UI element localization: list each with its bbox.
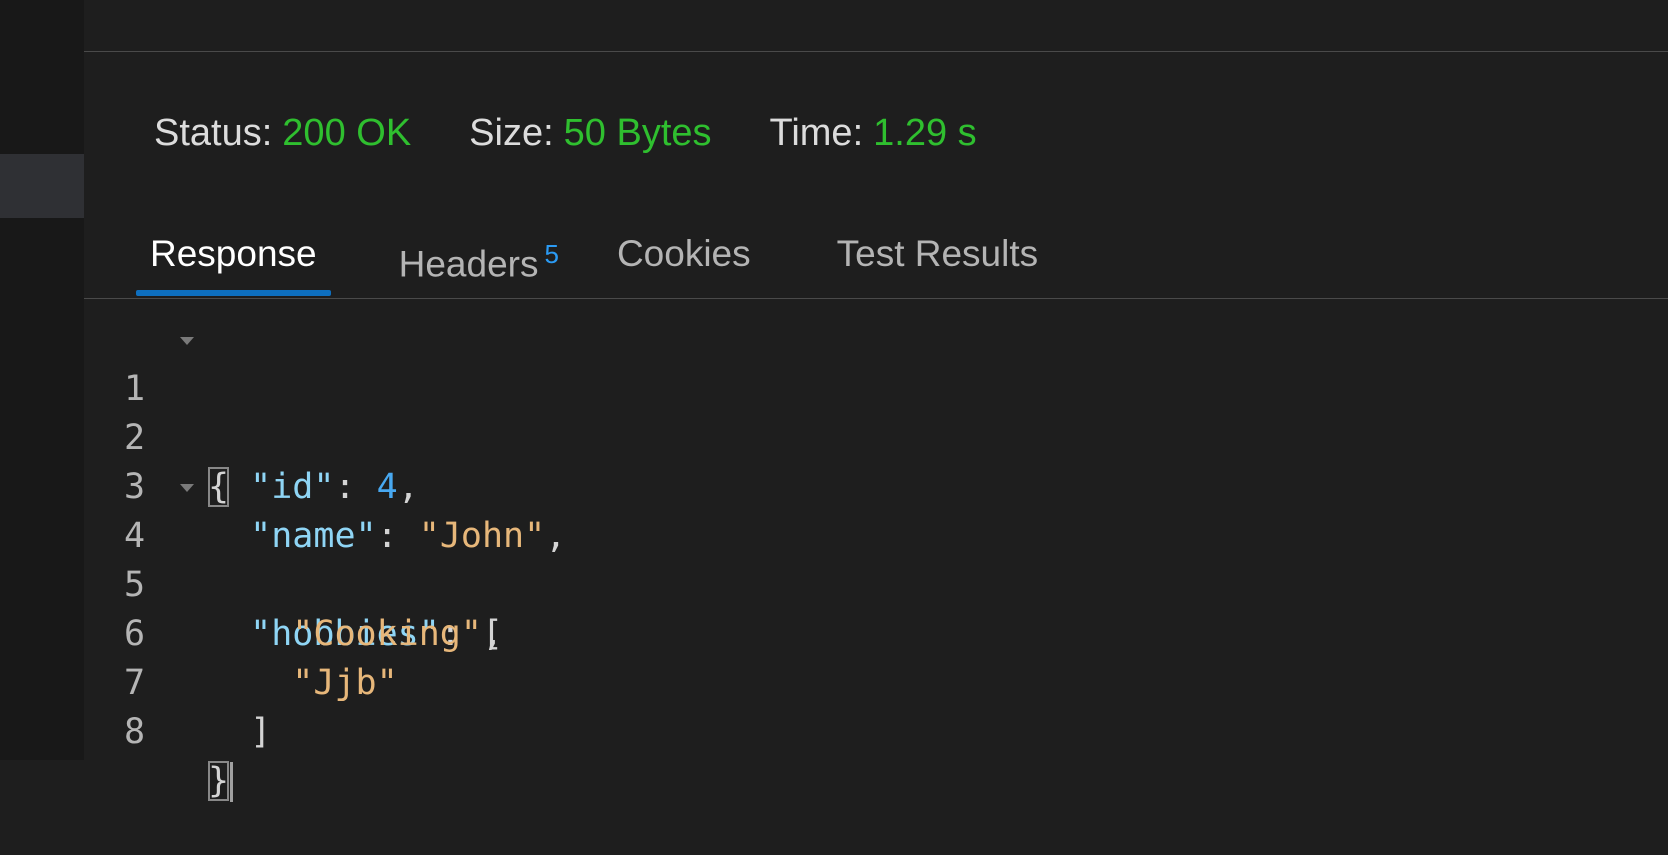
fold-arrow-icon[interactable]: [180, 484, 194, 492]
code-content: }: [208, 757, 234, 806]
code-line: 8 }: [84, 659, 1668, 802]
code-content: ]: [208, 708, 271, 757]
divider: [84, 51, 1668, 52]
line-number: 8: [124, 712, 146, 752]
status-stat: Status: 200 OK: [154, 112, 411, 155]
time-label: Time:: [769, 112, 864, 154]
size-label: Size:: [469, 112, 554, 154]
size-stat: Size: 50 Bytes: [469, 112, 711, 155]
response-tabs: Response Headers 5 Cookies Test Results: [136, 226, 1052, 296]
response-body-editor[interactable]: 1 { 2 "id": 4, 3 "name": "John", 4 "hobb…: [84, 316, 1668, 802]
code-line: 5 "Cooking",: [84, 512, 1668, 654]
json-bracket: ]: [250, 712, 272, 752]
tab-cookies-label: Cookies: [616, 233, 751, 274]
sidebar: [0, 0, 84, 760]
time-value: 1.29 s: [873, 112, 977, 154]
text-cursor: [230, 762, 234, 802]
tab-response-label: Response: [150, 233, 317, 274]
tab-test-results[interactable]: Test Results: [823, 226, 1053, 296]
tab-test-results-label: Test Results: [836, 233, 1039, 274]
divider: [84, 298, 1668, 299]
tab-headers-label: Headers: [398, 243, 539, 285]
code-line: 6 "Jjb": [84, 561, 1668, 703]
code-line: 7 ]: [84, 610, 1668, 752]
tab-cookies[interactable]: Cookies: [603, 226, 765, 296]
tab-response[interactable]: Response: [136, 226, 331, 296]
tab-headers[interactable]: Headers 5: [385, 226, 573, 296]
fold-arrow-icon[interactable]: [180, 337, 194, 345]
json-brace: }: [208, 761, 230, 801]
response-status-bar: Status: 200 OK Size: 50 Bytes Time: 1.29…: [154, 112, 1035, 155]
time-stat: Time: 1.29 s: [770, 112, 977, 155]
status-value: 200 OK: [282, 112, 412, 154]
sidebar-selected-item[interactable]: [0, 154, 84, 218]
code-line: 2 "id": 4,: [84, 365, 1668, 507]
headers-count-badge: 5: [544, 239, 559, 269]
size-value: 50 Bytes: [563, 112, 712, 154]
code-line: 3 "name": "John",: [84, 414, 1668, 556]
response-panel: Status: 200 OK Size: 50 Bytes Time: 1.29…: [84, 0, 1668, 802]
code-line: 4 "hobbies": [: [84, 463, 1668, 654]
status-label: Status:: [154, 112, 273, 154]
code-line: 1 {: [84, 316, 1668, 507]
